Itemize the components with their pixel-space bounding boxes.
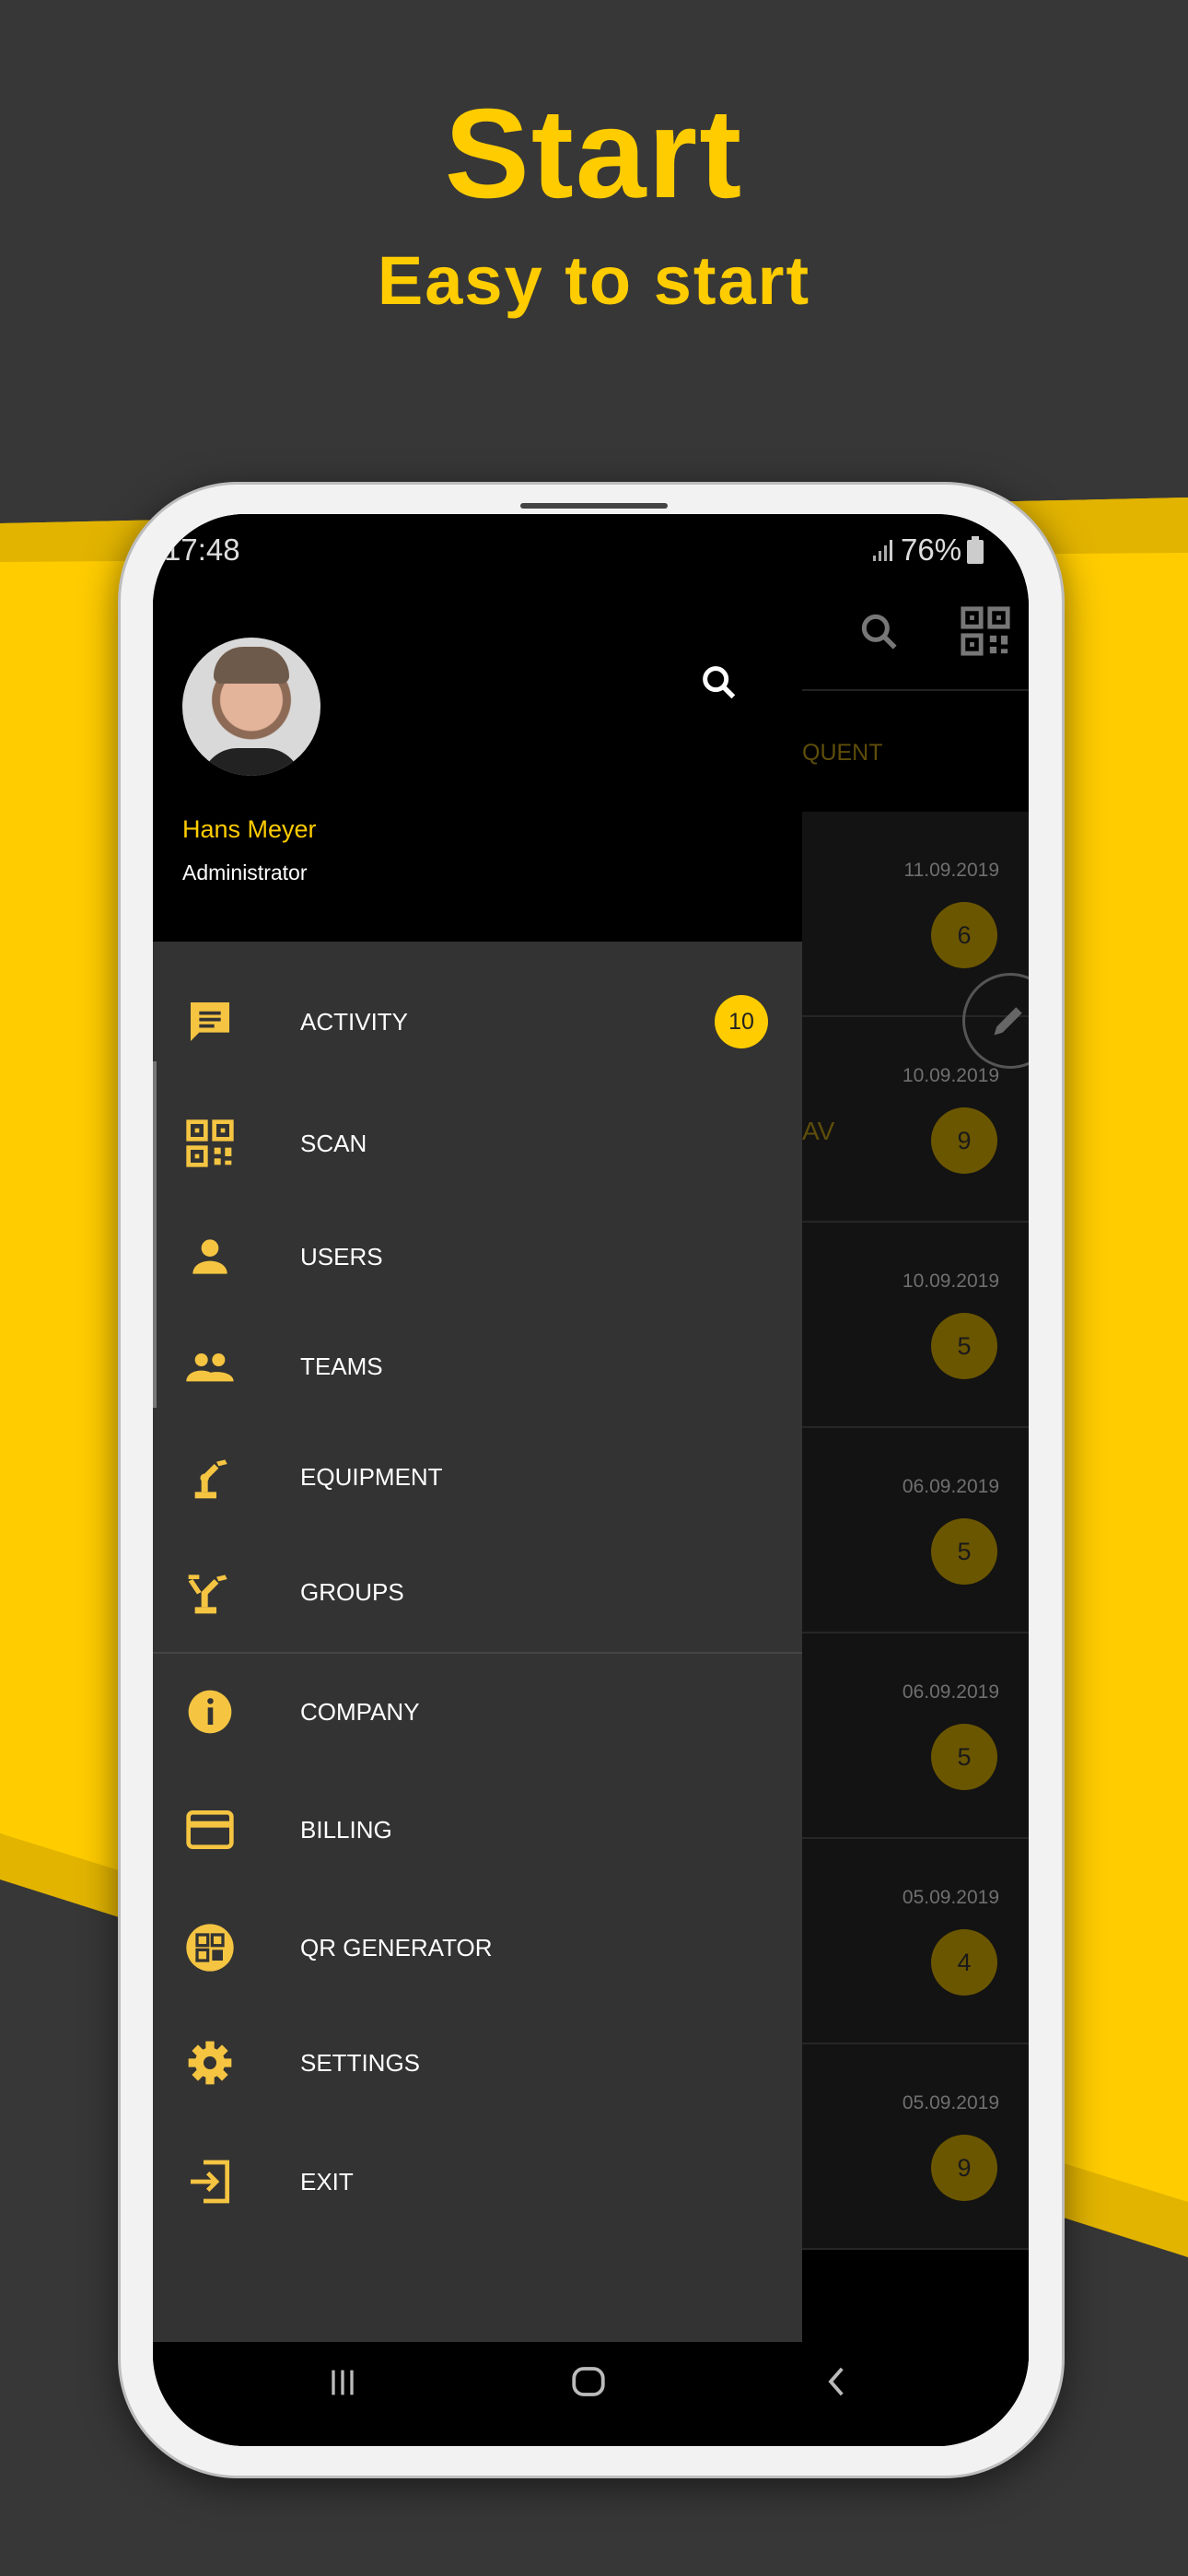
activity-row[interactable]: 06.09.2019 5 (802, 1633, 1029, 1839)
row-date: 11.09.2019 (903, 860, 999, 881)
promo-subtitle: Easy to start (377, 242, 811, 319)
drawer-item-label: COMPANY (300, 1698, 420, 1726)
chat-icon (191, 1002, 229, 1041)
qr-scan-icon[interactable] (959, 603, 1012, 660)
row-count-badge: 5 (931, 1724, 997, 1790)
drawer-item-label: BILLING (300, 1816, 392, 1844)
user-name: Hans Meyer (182, 815, 317, 843)
drawer-menu: ACTIVITY 10 SCAN USERS TEAMS EQUIPMENT GROUPS C… (153, 942, 802, 2357)
robot-arms-icon (188, 1575, 227, 1614)
drawer-item-users[interactable]: USERS (153, 1206, 802, 1307)
activity-row[interactable]: 05.09.2019 4 (802, 1839, 1029, 2044)
person-icon (192, 1239, 227, 1274)
row-count-badge: 5 (931, 1313, 997, 1379)
row-date: 10.09.2019 (902, 1065, 999, 1086)
drawer-item-groups[interactable]: GROUPS (153, 1541, 802, 1643)
drawer-item-equipment[interactable]: EQUIPMENT (153, 1426, 802, 1528)
row-date: 06.09.2019 (902, 1681, 999, 1703)
drawer-item-company[interactable]: COMPANY (153, 1661, 802, 1762)
promo-title: Start (444, 83, 744, 225)
system-nav-bar (153, 2342, 1029, 2446)
drawer-item-exit[interactable]: EXIT (153, 2131, 802, 2232)
drawer-search-icon[interactable] (698, 662, 740, 704)
pencil-icon (994, 1007, 1022, 1036)
home-icon[interactable] (569, 2362, 608, 2401)
drawer-item-label: USERS (300, 1243, 383, 1270)
drawer-item-label: GROUPS (300, 1578, 404, 1606)
battery-percent: 76% (901, 533, 962, 567)
row-count-badge: 5 (931, 1518, 997, 1585)
qr-code-icon (186, 1119, 234, 1167)
signal-icon (873, 540, 892, 561)
drawer-item-billing[interactable]: BILLING (153, 1779, 802, 1880)
row-count-badge: 9 (931, 2135, 997, 2201)
row-date: 05.09.2019 (902, 1887, 999, 1908)
people-icon (186, 1353, 234, 1382)
drawer-item-scan[interactable]: SCAN (153, 1093, 802, 1194)
status-time: 17:48 (164, 533, 240, 567)
tab-frequent[interactable]: QUENT (802, 740, 883, 767)
drawer-item-settings[interactable]: SETTINGS (153, 2012, 802, 2113)
drawer-item-label: EXIT (300, 2168, 354, 2195)
row-date: 05.09.2019 (902, 2092, 999, 2113)
row-count-badge: 6 (931, 902, 997, 968)
recents-icon[interactable] (324, 2364, 361, 2401)
drawer-header: Hans Meyer Administrator (153, 514, 802, 942)
drawer-item-label: SETTINGS (300, 2049, 421, 2077)
activity-row[interactable]: 06.09.2019 5 (802, 1428, 1029, 1633)
qr-circle-icon (186, 1924, 234, 1972)
back-icon[interactable] (818, 2362, 856, 2401)
activity-count-badge: 10 (715, 995, 768, 1048)
drawer-item-qr-generator[interactable]: QR GENERATOR (153, 1897, 802, 1998)
drawer-item-label: ACTIVITY (300, 1008, 409, 1036)
drawer-item-label: EQUIPMENT (300, 1463, 443, 1491)
drawer-item-label: QR GENERATOR (300, 1934, 493, 1961)
row-title-partial: AV (802, 1117, 835, 1145)
info-icon (188, 1690, 232, 1734)
phone-screen: QUENT 11.09.2019 6 10.09.2019 9 10.09.2019 5 0… (153, 514, 1029, 2446)
activity-row[interactable]: 05.09.2019 9 (802, 2044, 1029, 2250)
credit-card-icon (186, 1810, 234, 1849)
avatar[interactable] (182, 638, 320, 776)
activity-screen: QUENT 11.09.2019 6 10.09.2019 9 10.09.2019 5 0… (802, 514, 1029, 2446)
row-count-badge: 4 (931, 1929, 997, 1996)
exit-icon (191, 2160, 229, 2204)
speaker-grille (520, 503, 668, 509)
navigation-drawer: Hans Meyer Administrator 17:48 ACTIVITY 1… (153, 514, 802, 2357)
row-count-badge: 9 (931, 1107, 997, 1174)
robot-arm-icon (194, 1459, 227, 1499)
toolbar-divider (802, 689, 1029, 691)
battery-icon (967, 536, 984, 564)
activity-row[interactable]: 10.09.2019 5 (802, 1223, 1029, 1428)
gear-icon (188, 2041, 232, 2085)
status-right: 76% (871, 533, 984, 568)
row-date: 06.09.2019 (902, 1476, 999, 1497)
drawer-item-label: TEAMS (300, 1352, 383, 1380)
drawer-item-label: SCAN (300, 1130, 367, 1157)
user-role: Administrator (182, 861, 308, 884)
menu-divider (153, 1652, 802, 1654)
row-date: 10.09.2019 (902, 1270, 999, 1292)
drawer-item-activity[interactable]: ACTIVITY 10 (153, 971, 802, 1072)
search-icon[interactable] (856, 609, 903, 655)
drawer-item-teams[interactable]: TEAMS (153, 1316, 802, 1417)
